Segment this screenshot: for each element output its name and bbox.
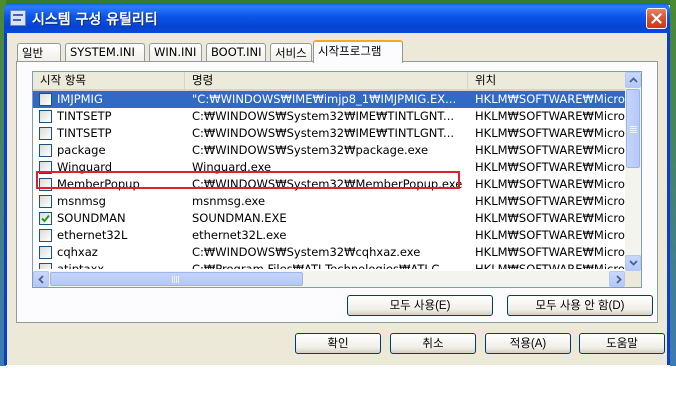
startup-item-command: ethernet32L.exe xyxy=(192,228,287,242)
tab-startup[interactable]: 시작프로그램 xyxy=(313,40,403,63)
startup-item-location: HKLM₩SOFTWARE₩Micros xyxy=(475,109,625,123)
startup-item-command: msnmsg.exe xyxy=(192,194,266,208)
startup-item-command: C:₩Program Files₩ATI Technologies₩ATI.C.… xyxy=(192,262,451,269)
startup-item-command: C:₩WINDOWS₩System32₩IME₩TINTLGNT... xyxy=(192,109,455,123)
desktop-background-right xyxy=(670,0,676,366)
startup-item-checkbox[interactable] xyxy=(39,161,52,174)
close-icon xyxy=(651,13,662,24)
startup-items-list[interactable]: 시작 항목 명령 위치 IMJPMIG "C:₩WINDOWS₩IME₩imjp8… xyxy=(32,71,642,288)
table-row[interactable]: cqhxaz C:₩WINDOWS₩System32₩cqhxaz.exe HKLM… xyxy=(33,244,625,261)
startup-item-location: HKLM₩SOFTWARE₩Micros xyxy=(475,245,625,259)
chevron-down-icon xyxy=(629,260,638,266)
table-row[interactable]: TINTSETP C:₩WINDOWS₩System32₩IME₩TINTLGNT… xyxy=(33,108,625,125)
list-header: 시작 항목 명령 위치 xyxy=(33,72,625,91)
startup-item-location: HKLM₩SOFTWARE₩Micros xyxy=(475,143,625,157)
help-button[interactable]: 도움말 xyxy=(579,333,665,354)
startup-item-command: "C:₩WINDOWS₩IME₩imjp8_1₩IMJPMIG.EX... xyxy=(192,92,457,106)
table-row[interactable]: MemberPopup C:₩WINDOWS₩System32₩MemberPop… xyxy=(33,176,625,193)
startup-item-checkbox[interactable] xyxy=(39,110,52,123)
vertical-scroll-thumb[interactable] xyxy=(626,89,640,168)
table-row[interactable]: ethernet32L ethernet32L.exe HKLM₩SOFTWARE₩… xyxy=(33,227,625,244)
table-row[interactable]: msnmsg msnmsg.exe HKLM₩SOFTWARE₩Micros xyxy=(33,193,625,210)
startup-tab-panel: 시작 항목 명령 위치 IMJPMIG "C:₩WINDOWS₩IME₩imjp8… xyxy=(16,61,658,323)
cancel-button[interactable]: 취소 xyxy=(390,333,476,354)
vertical-scrollbar[interactable] xyxy=(625,72,641,271)
tab-win-ini[interactable]: WIN.INI xyxy=(149,43,202,62)
chevron-right-icon xyxy=(616,275,622,284)
startup-item-name: atiptaxx xyxy=(57,262,105,269)
startup-item-checkbox[interactable] xyxy=(39,144,52,157)
tab-boot-ini[interactable]: BOOT.INI xyxy=(206,43,266,62)
chevron-left-icon xyxy=(38,275,44,284)
list-rows: IMJPMIG "C:₩WINDOWS₩IME₩imjp8_1₩IMJPMIG.E… xyxy=(33,91,625,269)
column-header-command[interactable]: 명령 xyxy=(185,72,468,89)
column-header-startup-item[interactable]: 시작 항목 xyxy=(33,72,185,89)
startup-item-location: HKLM₩SOFTWARE₩Micros xyxy=(475,177,625,191)
startup-item-checkbox[interactable] xyxy=(39,246,52,259)
table-row[interactable]: Winguard Winguard.exe HKLM₩SOFTWARE₩Micros xyxy=(33,159,625,176)
scroll-up-button[interactable] xyxy=(625,72,641,88)
scroll-right-button[interactable] xyxy=(609,271,625,287)
startup-item-name: package xyxy=(57,143,106,157)
startup-item-command: C:₩WINDOWS₩System32₩MemberPopup.exe xyxy=(192,177,463,191)
startup-item-checkbox[interactable] xyxy=(39,178,52,191)
startup-item-command: C:₩WINDOWS₩System32₩IME₩TINTLGNT... xyxy=(192,126,455,140)
close-button[interactable] xyxy=(646,8,667,29)
startup-item-command: C:₩WINDOWS₩System32₩package.exe xyxy=(192,143,429,157)
startup-item-name: MemberPopup xyxy=(57,177,140,191)
scroll-left-button[interactable] xyxy=(33,271,49,287)
startup-item-checkbox[interactable] xyxy=(39,263,52,269)
table-row[interactable]: SOUNDMAN SOUNDMAN.EXE HKLM₩SOFTWARE₩Micros xyxy=(33,210,625,227)
startup-item-checkbox[interactable] xyxy=(39,195,52,208)
table-row[interactable]: package C:₩WINDOWS₩System32₩package.exe HK… xyxy=(33,142,625,159)
startup-item-checkbox[interactable] xyxy=(39,212,52,225)
startup-item-location: HKLM₩SOFTWARE₩Micros xyxy=(475,126,625,140)
enable-all-button[interactable]: 모두 사용(E) xyxy=(347,295,493,316)
startup-item-location: HKLM₩SOFTWARE₩Micros xyxy=(475,228,625,242)
startup-item-checkbox[interactable] xyxy=(39,127,52,140)
title-bar[interactable]: 시스템 구성 유틸리티 xyxy=(4,3,670,33)
startup-item-location: HKLM₩SOFTWARE₩Micros xyxy=(475,160,625,174)
startup-item-location: HKLM₩SOFTWARE₩Micros xyxy=(475,262,625,269)
startup-item-command: C:₩WINDOWS₩System32₩cqhxaz.exe xyxy=(192,245,421,259)
startup-item-name: msnmsg xyxy=(57,194,106,208)
table-row[interactable]: TINTSETP C:₩WINDOWS₩System32₩IME₩TINTLGNT… xyxy=(33,125,625,142)
table-row[interactable]: atiptaxx C:₩Program Files₩ATI Technologie… xyxy=(33,261,625,269)
startup-item-name: Winguard xyxy=(57,160,113,174)
startup-item-name: TINTSETP xyxy=(57,126,112,140)
horizontal-scrollbar[interactable] xyxy=(33,271,625,287)
startup-item-name: ethernet32L xyxy=(57,228,128,242)
apply-button[interactable]: 적용(A) xyxy=(485,333,571,354)
startup-item-name: IMJPMIG xyxy=(57,92,103,106)
startup-item-checkbox[interactable] xyxy=(39,229,52,242)
msconfig-app-icon xyxy=(10,10,26,26)
horizontal-scroll-thumb[interactable] xyxy=(50,272,303,286)
tab-general[interactable]: 일반 xyxy=(17,43,61,62)
scroll-down-button[interactable] xyxy=(625,255,641,271)
checkmark-icon xyxy=(41,214,50,223)
startup-item-location: HKLM₩SOFTWARE₩Micros xyxy=(475,92,625,106)
chevron-up-icon xyxy=(629,77,638,83)
startup-item-command: SOUNDMAN.EXE xyxy=(192,211,287,225)
column-header-location[interactable]: 위치 xyxy=(468,72,625,89)
startup-item-name: SOUNDMAN xyxy=(57,211,126,225)
startup-item-name: TINTSETP xyxy=(57,109,112,123)
startup-item-name: cqhxaz xyxy=(57,245,98,259)
startup-item-command: Winguard.exe xyxy=(192,160,272,174)
msconfig-window: 시스템 구성 유틸리티 일반 SYSTEM.INI WIN.INI BOOT.I… xyxy=(4,3,670,365)
tab-services[interactable]: 서비스 xyxy=(270,43,312,62)
tab-system-ini[interactable]: SYSTEM.INI xyxy=(65,43,145,62)
disable-all-button[interactable]: 모두 사용 안 함(D) xyxy=(507,295,653,316)
scrollbar-corner xyxy=(625,271,641,287)
startup-item-location: HKLM₩SOFTWARE₩Micros xyxy=(475,194,625,208)
startup-item-location: HKLM₩SOFTWARE₩Micros xyxy=(475,211,625,225)
ok-button[interactable]: 확인 xyxy=(295,333,381,354)
dialog-client-area: 일반 SYSTEM.INI WIN.INI BOOT.INI 서비스 시작프로그… xyxy=(7,33,667,365)
startup-item-checkbox[interactable] xyxy=(39,93,52,106)
table-row[interactable]: IMJPMIG "C:₩WINDOWS₩IME₩imjp8_1₩IMJPMIG.E… xyxy=(33,91,625,108)
window-title: 시스템 구성 유틸리티 xyxy=(32,12,158,28)
